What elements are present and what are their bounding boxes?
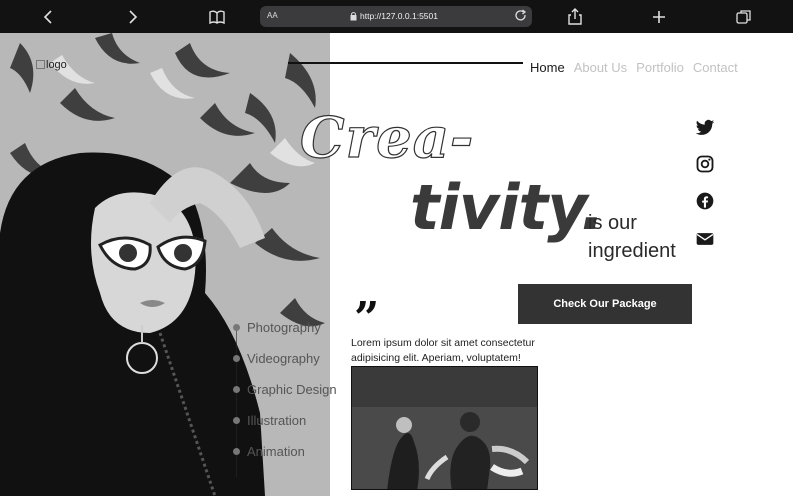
nav-home[interactable]: Home (530, 60, 565, 75)
forward-icon[interactable] (121, 6, 143, 28)
service-bullet (233, 355, 240, 362)
logo-alt-text: logo (46, 59, 67, 71)
nav-about-us[interactable]: About Us (574, 60, 627, 75)
new-tab-icon[interactable] (648, 6, 670, 28)
web-page: logo Home About Us Portfolio Contact Cre… (0, 33, 793, 496)
nav-contact[interactable]: Contact (693, 60, 738, 75)
share-icon[interactable] (564, 6, 586, 28)
service-bullet (233, 448, 240, 455)
service-bullet (233, 417, 240, 424)
testimonial-text: Lorem ipsum dolor sit amet consectetur a… (351, 337, 535, 364)
main-nav: Home About Us Portfolio Contact (530, 60, 738, 75)
lock-icon (350, 11, 357, 21)
facebook-icon[interactable] (694, 191, 716, 211)
tabs-overview-icon[interactable] (733, 6, 755, 28)
hero-title-line1: Crea- (299, 104, 475, 171)
service-videography[interactable]: Videography (247, 351, 320, 366)
browser-toolbar: AA http://127.0.0.1:5501 (0, 0, 793, 33)
header-divider (288, 62, 523, 64)
service-animation[interactable]: Animation (247, 444, 305, 459)
check-package-button[interactable]: Check Our Package (518, 284, 692, 324)
reload-icon[interactable] (514, 9, 528, 23)
service-illustration[interactable]: Illustration (247, 413, 306, 428)
quote-mark-icon: ” (354, 293, 380, 344)
twitter-icon[interactable] (694, 118, 716, 138)
service-bullet (233, 324, 240, 331)
back-icon[interactable] (38, 6, 60, 28)
broken-image-icon (36, 60, 45, 69)
bookmarks-icon[interactable] (206, 6, 228, 28)
hero-title-line2: tivity. (410, 171, 604, 244)
nav-portfolio[interactable]: Portfolio (636, 60, 684, 75)
instagram-icon[interactable] (694, 154, 716, 174)
dance-photo-illustration (352, 367, 537, 489)
service-graphic-design[interactable]: Graphic Design (247, 382, 337, 397)
hero-tagline: is our ingredient (588, 212, 676, 262)
address-bar[interactable]: AA http://127.0.0.1:5501 (260, 6, 532, 27)
text-size-button[interactable]: AA (267, 11, 278, 20)
service-photography[interactable]: Photography (247, 320, 321, 335)
service-bullet (233, 386, 240, 393)
envelope-icon[interactable] (694, 229, 716, 249)
url-text: http://127.0.0.1:5501 (360, 11, 438, 21)
dance-photo (351, 366, 538, 490)
logo[interactable]: logo (36, 59, 67, 71)
